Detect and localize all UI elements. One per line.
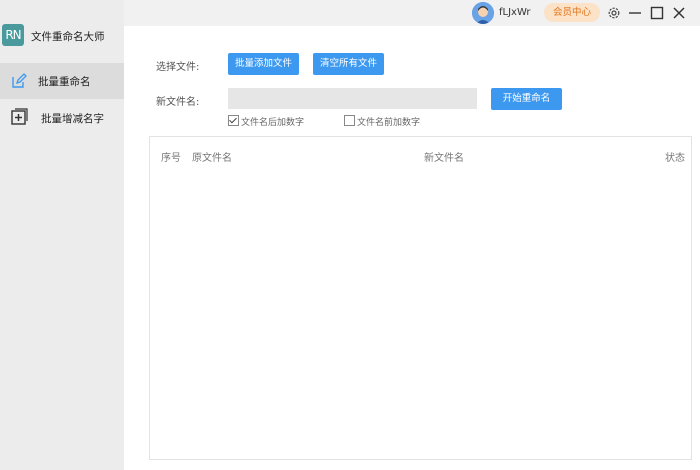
settings-icon[interactable] [607,5,621,19]
column-header-original-name[interactable]: 原文件名 [192,149,232,164]
edit-icon [11,73,27,89]
new-name-input[interactable] [228,88,477,109]
sidebar-item-label: 批量增减名字 [41,113,104,125]
app-header: RN 文件重命名大师 [0,18,124,52]
batch-add-files-button[interactable]: 批量添加文件 [228,53,299,75]
vip-center-button[interactable]: 会员中心 [544,3,600,22]
suffix-number-label: 文件名后加数字 [241,118,305,128]
select-files-label: 选择文件: [156,62,200,73]
minimize-icon[interactable] [628,5,642,19]
sidebar-item-batch-rename[interactable]: 批量重命名 [0,63,124,99]
clear-all-files-button[interactable]: 清空所有文件 [313,53,384,75]
app-title: 文件重命名大师 [31,31,105,43]
column-header-status[interactable]: 状态 [665,149,685,164]
username[interactable]: fLJxWr [499,7,531,18]
new-name-label: 新文件名: [156,97,200,108]
sidebar: RN 文件重命名大师 批量重命名 批量增减名字 [0,0,124,470]
add-box-icon [11,108,28,125]
file-table: 序号 原文件名 新文件名 状态 [149,136,692,460]
column-header-index[interactable]: 序号 [161,149,181,164]
close-icon[interactable] [672,5,686,19]
sidebar-item-label: 批量重命名 [38,76,91,88]
column-header-new-name[interactable]: 新文件名 [424,149,464,164]
app-logo: RN [2,24,24,46]
prefix-number-label: 文件名前加数字 [357,118,421,128]
avatar[interactable] [472,2,494,24]
start-rename-button[interactable]: 开始重命名 [491,88,562,110]
sidebar-item-batch-add-remove[interactable]: 批量增减名字 [0,100,124,136]
checkbox-unchecked[interactable] [344,115,355,126]
maximize-icon[interactable] [650,5,664,20]
checkbox-checked[interactable] [228,115,239,126]
